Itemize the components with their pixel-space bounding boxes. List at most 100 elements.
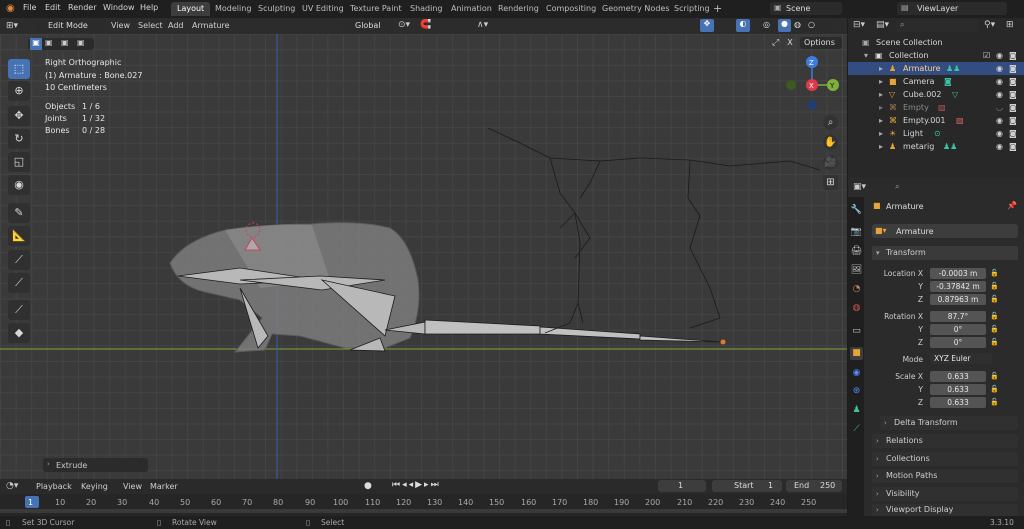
select-new-icon[interactable]: ▣ (30, 38, 42, 50)
view-layer-selector[interactable]: ▤ ViewLayer (897, 2, 1007, 15)
outliner-item-metarig[interactable]: ▸ ♟ metarig ♟♟ ◉ ◙ (848, 140, 1024, 153)
grid-snap-icon[interactable]: ⤢ (772, 38, 779, 48)
extrude-tool[interactable]: ⟋ (8, 300, 30, 320)
menu-help[interactable]: Help (140, 3, 158, 12)
scene-tab-icon[interactable]: ◔ (850, 283, 863, 296)
tab-geometry-nodes[interactable]: Geometry Nodes (596, 2, 675, 16)
viewport-menu-select[interactable]: Select (138, 21, 163, 30)
end-frame-field[interactable]: End 250 (786, 480, 842, 492)
filter-icon[interactable]: ⚲▾ (984, 20, 995, 30)
properties-search-input[interactable]: ⌕ (891, 181, 999, 194)
render-camera-icon[interactable]: ◙ (1009, 88, 1017, 101)
solid-shading-icon[interactable]: ● (778, 19, 791, 32)
render-camera-icon[interactable]: ◙ (1009, 127, 1017, 140)
outliner-item-armature[interactable]: ▸ ♟ Armature ♟♟ ◉ ◙ (848, 62, 1024, 75)
tab-scripting[interactable]: Scripting (668, 2, 716, 16)
visibility-eye-icon[interactable]: ◉ (996, 127, 1003, 140)
lock-icon[interactable]: 🔓 (990, 398, 999, 407)
outliner-item-light[interactable]: ▸ ☀ Light ⊙ ◉ ◙ (848, 127, 1024, 140)
outliner-search-input[interactable]: ⌕ (896, 19, 978, 32)
outliner-scene-collection[interactable]: ▣ Scene Collection (848, 36, 1024, 49)
tab-sculpting[interactable]: Sculpting (252, 2, 301, 16)
timeline-playback[interactable]: Playback (36, 482, 72, 491)
bone-size-tool[interactable]: ⟋ (8, 250, 30, 270)
expand-icon[interactable]: ▸ (879, 75, 883, 88)
outliner-collection[interactable]: ▾ ▣ Collection ☑ ◉ ◙ (848, 49, 1024, 62)
rendered-shading-icon[interactable]: ○ (808, 20, 815, 29)
timeline-editor-icon[interactable]: ◔▾ (6, 481, 18, 491)
timeline-scrollbar[interactable] (0, 509, 847, 513)
properties-editor-icon[interactable]: ▣▾ (853, 182, 866, 192)
rotation-y-field[interactable]: 0° (930, 324, 986, 335)
tab-animation[interactable]: Animation (445, 2, 498, 16)
viewport-menu-view[interactable]: View (111, 21, 130, 30)
scale-z-field[interactable]: 0.633 (930, 397, 986, 408)
expand-icon[interactable]: ▾ (864, 49, 868, 62)
pan-hand-icon[interactable]: ✋ (823, 135, 838, 150)
lock-icon[interactable]: 🔓 (990, 295, 999, 304)
expand-icon[interactable]: ▸ (879, 127, 883, 140)
overlay-icon[interactable]: ◐ (736, 19, 750, 32)
material-shading-icon[interactable]: ◍ (794, 20, 801, 29)
bone-tab-icon[interactable]: ⟋ (850, 423, 863, 436)
collection-camera-icon[interactable]: ◙ (1009, 49, 1017, 62)
lock-icon[interactable]: 🔓 (990, 325, 999, 334)
camera-view-icon[interactable]: 🎥 (823, 155, 838, 170)
lock-icon[interactable]: 🔓 (990, 385, 999, 394)
lock-icon[interactable]: 🔓 (990, 282, 999, 291)
snap-icon[interactable]: 🧲 (420, 20, 431, 30)
scale-tool[interactable]: ◱ (8, 152, 30, 172)
timeline-marker[interactable]: Marker (150, 482, 178, 491)
show-gizmo-icon[interactable]: ✥ (700, 19, 714, 32)
render-camera-icon[interactable]: ◙ (1009, 114, 1017, 127)
rotation-z-field[interactable]: 0° (930, 337, 986, 348)
tab-rendering[interactable]: Rendering (492, 2, 545, 16)
3d-viewport[interactable] (0, 18, 847, 479)
timeline-view[interactable]: View (123, 482, 142, 491)
collections-panel[interactable]: › Collections (872, 452, 1018, 466)
blender-logo-icon[interactable]: ◉ (6, 3, 15, 14)
editor-type-icon[interactable]: ⊞▾ (6, 21, 18, 31)
render-camera-icon[interactable]: ◙ (1009, 75, 1017, 88)
visibility-eye-icon[interactable]: ◉ (996, 88, 1003, 101)
expand-icon[interactable]: ▸ (879, 88, 883, 101)
select-subtract-icon[interactable]: ▣ (61, 38, 69, 47)
cursor-tool[interactable]: ⊕ (8, 81, 30, 101)
select-extend-icon[interactable]: ▣ (45, 38, 53, 47)
expand-icon[interactable]: ▸ (879, 140, 883, 153)
pin-icon[interactable]: 📌 (1007, 201, 1017, 210)
navigation-gizmo[interactable]: Z Y X (785, 52, 841, 112)
playback-controls[interactable]: ⏮◂◂▶▸⏭ (392, 480, 470, 493)
select-intersect-icon[interactable]: ▣ (77, 38, 85, 47)
expand-icon[interactable]: ▸ (879, 101, 883, 114)
motion-paths-panel[interactable]: › Motion Paths (872, 469, 1018, 483)
collection-checkbox[interactable]: ☑ (983, 49, 990, 62)
current-frame-field[interactable]: 1 (658, 480, 706, 492)
scale-y-field[interactable]: 0.633 (930, 384, 986, 395)
render-tab-icon[interactable]: 📷 (850, 226, 863, 239)
record-icon[interactable]: ● (364, 481, 372, 491)
outliner-item-cube[interactable]: ▸ ▽ Cube.002 ▽ ◉ ◙ (848, 88, 1024, 101)
render-camera-icon[interactable]: ◙ (1009, 101, 1017, 114)
transform-orientation[interactable]: Global (342, 20, 394, 32)
visibility-eye-icon[interactable]: ◉ (996, 114, 1003, 127)
menu-edit[interactable]: Edit (45, 3, 61, 12)
visibility-eye-icon[interactable]: ◉ (996, 140, 1003, 153)
rotation-x-field[interactable]: 87.7° (930, 311, 986, 322)
collection-eye-icon[interactable]: ◉ (996, 49, 1003, 62)
tab-layout[interactable]: Layout (171, 2, 211, 16)
lock-icon[interactable]: 🔓 (990, 372, 999, 381)
tab-uv-editing[interactable]: UV Editing (296, 2, 350, 16)
lock-icon[interactable]: 🔓 (990, 338, 999, 347)
expand-icon[interactable]: ▸ (879, 62, 883, 75)
render-camera-icon[interactable]: ◙ (1009, 62, 1017, 75)
move-tool[interactable]: ✥ (8, 106, 30, 126)
hidden-eye-icon[interactable]: ◡ (996, 101, 1003, 114)
measure-tool[interactable]: 📐 (8, 226, 30, 246)
location-x-field[interactable]: -0.0003 m (930, 268, 986, 279)
tab-compositing[interactable]: Compositing (540, 2, 602, 16)
object-tab-icon[interactable]: ■ (850, 347, 863, 360)
x-mirror-toggle[interactable]: X (785, 38, 795, 49)
viewport-display-panel[interactable]: › Viewport Display (872, 504, 1018, 516)
constraints-tab-icon[interactable]: ⊛ (850, 385, 863, 398)
